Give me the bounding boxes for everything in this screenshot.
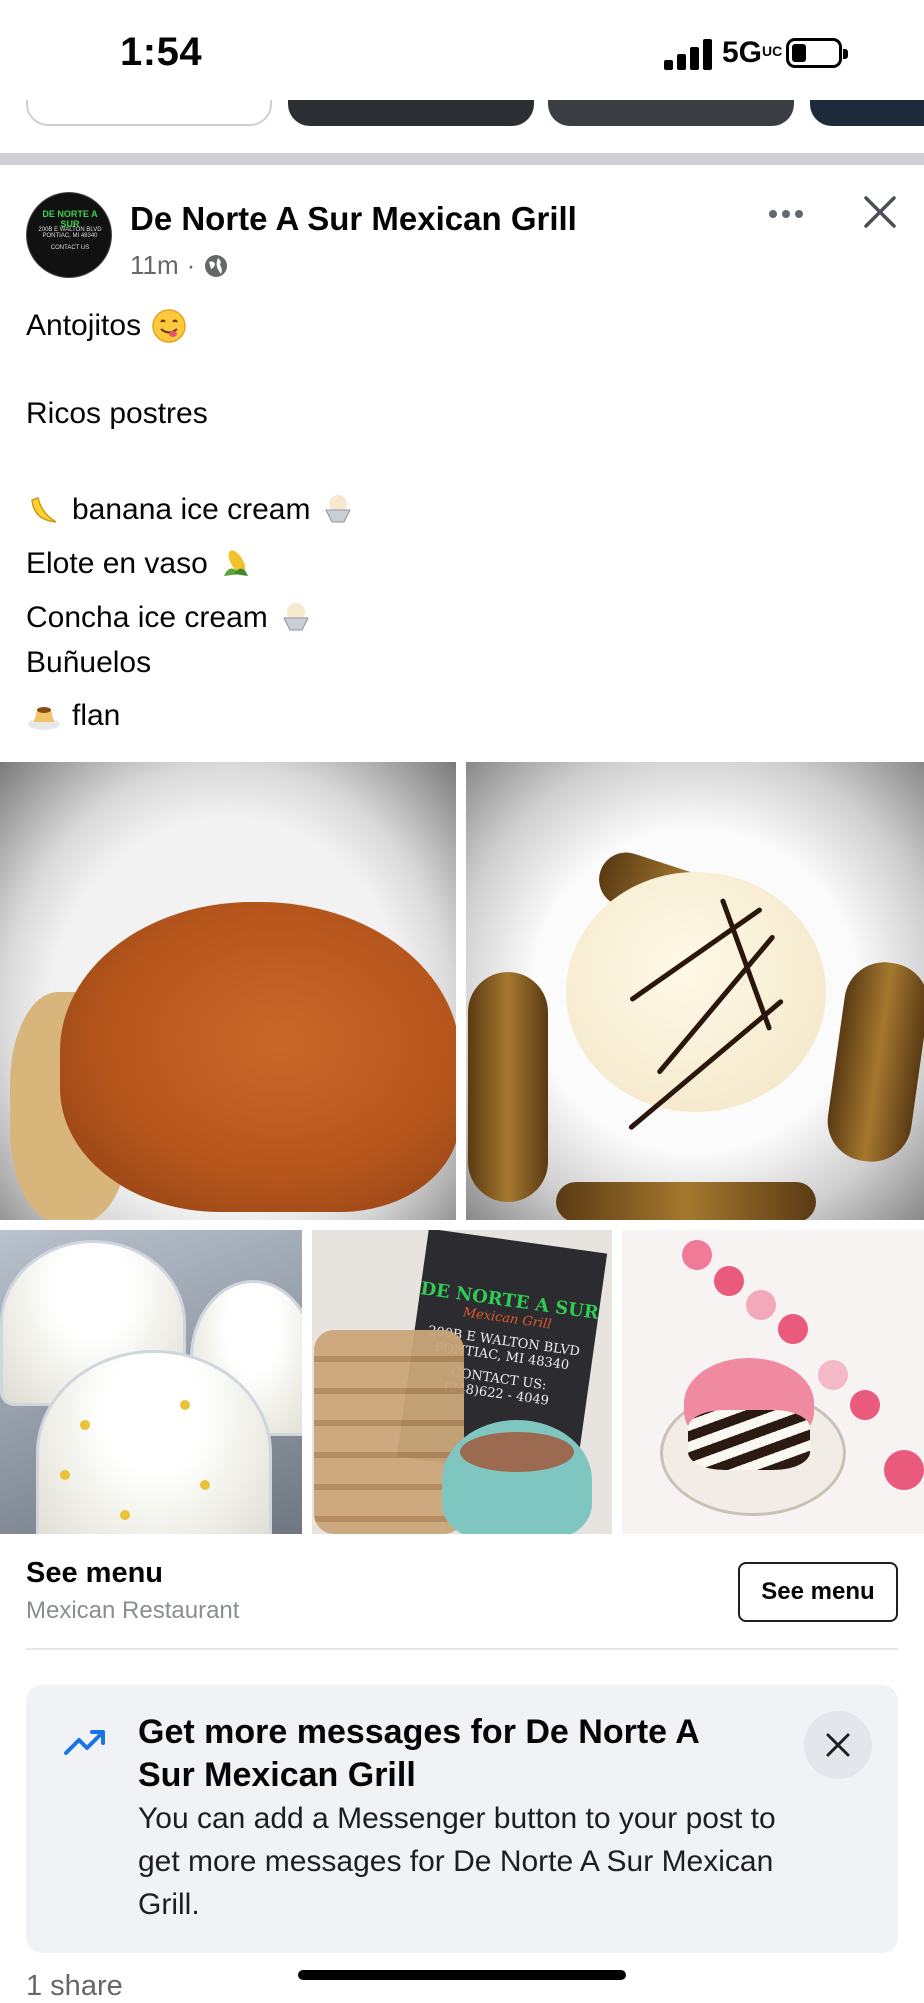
divider bbox=[26, 1648, 898, 1650]
photo-flan[interactable] bbox=[0, 762, 456, 1220]
cta-title: See menu bbox=[26, 1557, 163, 1589]
globe-icon bbox=[205, 254, 228, 277]
post-text-line: Antojitos bbox=[26, 308, 187, 344]
meta-separator: · bbox=[186, 250, 196, 280]
cellular-signal-icon bbox=[664, 38, 716, 70]
banana-emoji-icon bbox=[31, 497, 57, 523]
story-chip[interactable] bbox=[810, 100, 924, 126]
ice-cream-cup-emoji-icon bbox=[325, 495, 352, 523]
post-text-line: Buñuelos bbox=[26, 646, 152, 679]
messenger-promo-card[interactable]: Get more messages for De Norte A Sur Mex… bbox=[26, 1685, 898, 1953]
story-chip[interactable] bbox=[548, 100, 794, 126]
post-text-line: banana ice cream bbox=[26, 492, 356, 528]
story-chip[interactable] bbox=[26, 100, 272, 126]
section-divider bbox=[0, 153, 924, 165]
share-count[interactable]: 1 share bbox=[26, 1970, 123, 2003]
status-time: 1:54 bbox=[120, 30, 203, 74]
promo-close-button[interactable] bbox=[804, 1711, 872, 1779]
corn-emoji-icon bbox=[223, 550, 248, 576]
photo-concha-ice-cream[interactable] bbox=[622, 1230, 924, 1534]
post-author-name[interactable]: De Norte A Sur Mexican Grill bbox=[130, 200, 577, 238]
post-time[interactable]: 11m bbox=[130, 250, 179, 281]
post-text-line: Ricos postres bbox=[26, 397, 208, 430]
photo-banana-ice-cream[interactable] bbox=[466, 762, 924, 1220]
more-options-button[interactable] bbox=[764, 192, 808, 236]
close-icon[interactable] bbox=[858, 190, 902, 234]
page-avatar[interactable]: DE NORTE A SUR 200B E WALTON BLVD PONTIA… bbox=[26, 192, 112, 278]
post-text-line: Concha ice cream bbox=[26, 600, 314, 636]
photo-elote-en-vaso[interactable] bbox=[0, 1230, 302, 1534]
stories-strip[interactable] bbox=[0, 100, 924, 128]
promo-body: You can add a Messenger button to your p… bbox=[138, 1802, 776, 1921]
story-chip[interactable] bbox=[288, 100, 534, 126]
custard-emoji-icon bbox=[28, 707, 60, 730]
status-bar: 1:54 5GUC bbox=[0, 0, 924, 100]
network-label: 5GUC bbox=[722, 36, 783, 69]
battery-icon bbox=[786, 38, 848, 68]
promo-title: Get more messages for De Norte A Sur Mex… bbox=[138, 1713, 699, 1794]
see-menu-button[interactable]: See menu bbox=[738, 1562, 898, 1622]
trending-up-icon bbox=[64, 1730, 105, 1755]
post-meta: 11m · bbox=[130, 250, 229, 281]
ice-cream-cup-emoji-icon bbox=[282, 603, 309, 631]
photo-bunuelos[interactable]: DE NORTE A SUR Mexican Grill 200B E WALT… bbox=[312, 1230, 612, 1534]
savoring-face-emoji-icon bbox=[152, 309, 186, 343]
close-icon bbox=[826, 1733, 850, 1757]
home-indicator[interactable] bbox=[298, 1970, 626, 1980]
cta-subtitle: Mexican Restaurant bbox=[26, 1597, 240, 1624]
post-text-line: flan bbox=[26, 698, 120, 734]
post-text-line: Elote en vaso bbox=[26, 546, 254, 582]
